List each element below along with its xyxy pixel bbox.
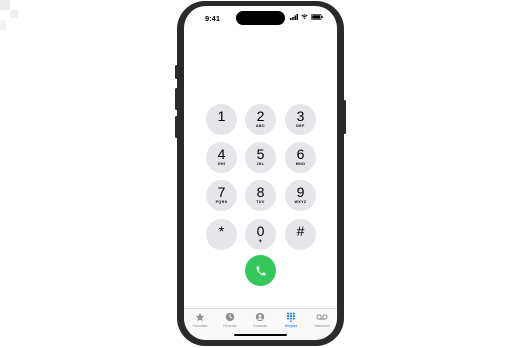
- key-letters: PQRS: [215, 200, 228, 204]
- key-6[interactable]: 6 MNO: [285, 142, 316, 173]
- key-digit: *: [218, 223, 225, 239]
- star-icon: [195, 312, 205, 322]
- tab-label: Keypad: [284, 324, 298, 328]
- phone-icon: [256, 266, 265, 275]
- key-digit: 0: [256, 222, 265, 239]
- key-letters: +: [258, 238, 263, 245]
- wifi-icon: [301, 14, 308, 20]
- key-2[interactable]: 2 ABC: [245, 104, 276, 135]
- status-icons: [290, 14, 323, 20]
- tab-label: Contacts: [252, 324, 268, 328]
- key-digit: 9: [296, 184, 305, 200]
- key-digit: #: [296, 223, 305, 239]
- key-3[interactable]: 3 DEF: [285, 104, 316, 135]
- side-button: [175, 88, 178, 110]
- voicemail-icon: [316, 314, 328, 320]
- key-letters: JKL: [256, 162, 265, 166]
- key-hash[interactable]: #: [285, 219, 316, 250]
- tab-recents[interactable]: Recents: [215, 312, 245, 328]
- key-8[interactable]: 8 TUV: [245, 180, 276, 211]
- tab-keypad[interactable]: Keypad: [276, 312, 306, 328]
- key-letters: MNO: [295, 162, 306, 166]
- key-digit: 6: [296, 146, 305, 162]
- artifact: [0, 20, 6, 30]
- key-digit: 7: [217, 184, 226, 200]
- tab-voicemail[interactable]: Voicemail: [307, 312, 337, 328]
- key-letters: TUV: [256, 200, 265, 204]
- key-digit: 2: [256, 108, 265, 124]
- tab-label: Voicemail: [314, 324, 330, 328]
- key-letters: GHI: [217, 162, 226, 166]
- clock-icon: [225, 312, 235, 322]
- dynamic-island: [236, 11, 285, 25]
- tab-label: Favorites: [192, 324, 208, 328]
- key-digit: 5: [256, 146, 265, 162]
- key-9[interactable]: 9 WXYZ: [285, 180, 316, 211]
- home-indicator: [234, 334, 287, 336]
- key-1[interactable]: 1: [206, 104, 237, 135]
- key-letters: DEF: [296, 124, 305, 128]
- key-letters: WXYZ: [294, 200, 307, 204]
- battery-icon: [311, 14, 323, 20]
- key-5[interactable]: 5 JKL: [245, 142, 276, 173]
- tab-favorites[interactable]: Favorites: [185, 312, 215, 328]
- key-digit: 1: [217, 108, 226, 124]
- key-digit: 3: [296, 108, 305, 124]
- signal-icon: [290, 14, 298, 20]
- key-digit: 4: [217, 146, 226, 162]
- key-star[interactable]: *: [206, 219, 237, 250]
- key-digit: 8: [256, 184, 265, 200]
- side-button: [175, 65, 178, 79]
- key-letters: ABC: [256, 124, 265, 128]
- call-button[interactable]: [245, 255, 276, 286]
- side-button: [343, 100, 346, 134]
- key-0[interactable]: 0 +: [245, 219, 276, 250]
- tab-label: Recents: [223, 324, 237, 328]
- key-4[interactable]: 4 GHI: [206, 142, 237, 173]
- status-time: 9:41: [205, 14, 221, 23]
- person-icon: [255, 312, 265, 322]
- phone-screen: 9:41 1 2 ABC 3 DEF 4 GHI 5 JKL 6 MNO 7 P…: [184, 6, 337, 340]
- artifact: [10, 10, 18, 18]
- side-button: [175, 116, 178, 138]
- key-7[interactable]: 7 PQRS: [206, 180, 237, 211]
- artifact: [0, 0, 10, 10]
- keypad-icon: [287, 312, 295, 322]
- tab-contacts[interactable]: Contacts: [245, 312, 275, 328]
